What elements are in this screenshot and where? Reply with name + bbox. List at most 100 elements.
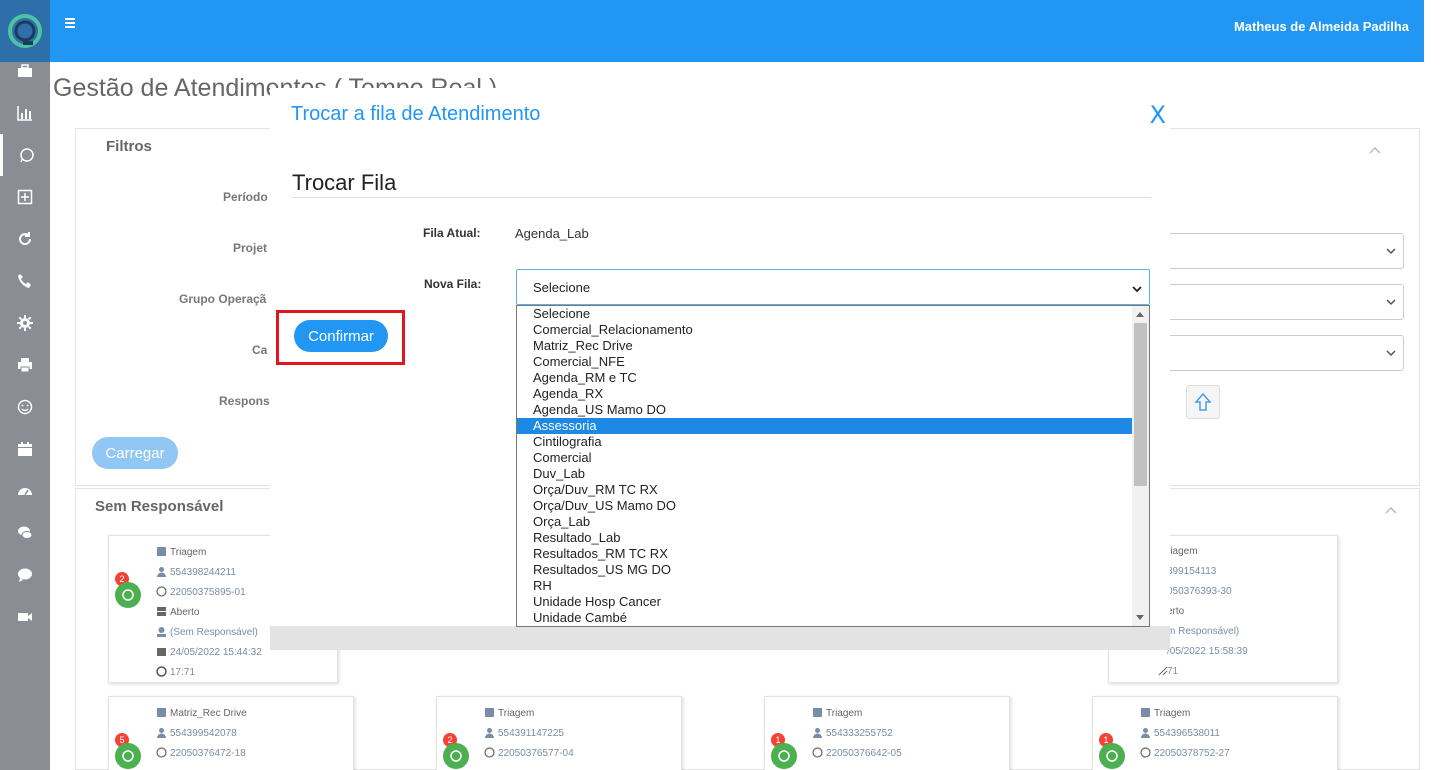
sitemap-icon: [485, 708, 494, 717]
plus-square-icon[interactable]: [0, 176, 50, 218]
queue-option[interactable]: Comercial_Relacionamento: [517, 322, 1133, 338]
queue-option[interactable]: RH: [517, 578, 1133, 594]
chevron-down-icon: [1386, 350, 1396, 357]
card-phone: 554391147225: [484, 727, 564, 739]
close-icon[interactable]: X: [1150, 101, 1166, 129]
scroll-down-icon[interactable]: [1136, 615, 1144, 620]
bar-chart-icon[interactable]: [0, 92, 50, 134]
whatsapp-icon: [115, 582, 141, 608]
queue-option[interactable]: Unidade Cambé: [517, 610, 1133, 626]
card-elapsed: 71: [1167, 666, 1179, 677]
filters-title: Filtros: [106, 138, 152, 155]
filter-label-group: Grupo Operaçã: [179, 292, 267, 306]
whatsapp-icon[interactable]: [0, 134, 50, 176]
queue-option[interactable]: Unidade Hosp Cancer: [517, 594, 1133, 610]
queue-option[interactable]: Agenda_RM e TC: [517, 370, 1133, 386]
ticket-card[interactable]: 1 Triagem 554396538011 22050378752-27: [1092, 696, 1338, 770]
sitemap-icon: [1141, 708, 1150, 717]
video-camera-icon[interactable]: [0, 596, 50, 638]
upload-button[interactable]: [1186, 385, 1220, 419]
queue-option[interactable]: Cintilografia: [517, 434, 1133, 450]
chevron-down-icon: [1132, 286, 1142, 293]
whatsapp-icon: [1099, 743, 1125, 769]
ticket-card[interactable]: 5 Matriz_Rec Drive 554399542078 22050376…: [108, 696, 354, 770]
queue-option[interactable]: Orça_Lab: [517, 514, 1133, 530]
card-protocol: 22050375895-01: [156, 586, 246, 598]
queue-option[interactable]: Orça/Duv_RM TC RX: [517, 482, 1133, 498]
card-protocol: 22050376472-18: [156, 747, 246, 759]
project-select[interactable]: [1156, 233, 1404, 269]
globe-icon: [156, 586, 167, 597]
chevron-up-icon[interactable]: [1384, 503, 1398, 517]
card-phone: 554333255752: [812, 727, 893, 739]
new-queue-select[interactable]: Selecione: [516, 269, 1150, 305]
smile-icon[interactable]: [0, 386, 50, 428]
card-elapsed: 17:71: [156, 666, 195, 678]
chevron-up-icon[interactable]: [1368, 143, 1382, 157]
confirm-button[interactable]: Confirmar: [294, 320, 388, 352]
sitemap-icon: [813, 708, 822, 717]
ticket-card[interactable]: 1 Triagem 554333255752 22050376642-05: [764, 696, 1010, 770]
queue-option[interactable]: Comercial: [517, 450, 1133, 466]
sitemap-icon: [157, 708, 166, 717]
card-protocol: 22050376577-04: [484, 747, 574, 759]
scroll-thumb[interactable]: [1134, 323, 1147, 486]
dashboard-icon[interactable]: [0, 470, 50, 512]
queue-option[interactable]: Assessoria: [517, 418, 1133, 434]
dropdown-scrollbar[interactable]: [1132, 306, 1149, 626]
card-responsible: m Responsável): [1167, 626, 1240, 637]
card-queue: Triagem: [156, 546, 206, 558]
sidebar: [0, 0, 50, 770]
chat-bubble-icon[interactable]: [0, 554, 50, 596]
scroll-up-icon[interactable]: [1136, 312, 1144, 317]
queue-option[interactable]: Resultado_Lab: [517, 530, 1133, 546]
hamburger-menu-icon[interactable]: [64, 16, 78, 30]
server-icon: [157, 607, 166, 616]
globe-icon: [156, 747, 167, 758]
filter-label-responsible: Respons: [219, 394, 270, 408]
globe-icon: [812, 747, 823, 758]
top-bar: Matheus de Almeida Padilha: [50, 0, 1424, 62]
ticket-card[interactable]: 2 Triagem 554391147225 22050376577-04: [436, 696, 682, 770]
card-phone: 554396538011: [1140, 727, 1220, 739]
card-date: 24/05/2022 15:44:32: [156, 646, 262, 658]
group-select[interactable]: [1156, 284, 1404, 320]
user-icon: [813, 728, 822, 738]
queue-options-list[interactable]: Selecione Comercial_Relacionamento Matriz_…: [516, 305, 1150, 627]
logo-icon: [8, 14, 42, 48]
queue-option[interactable]: Agenda_RX: [517, 386, 1133, 402]
queue-option[interactable]: Comercial_NFE: [517, 354, 1133, 370]
load-button[interactable]: Carregar: [92, 437, 178, 469]
comments-icon[interactable]: [0, 512, 50, 554]
whatsapp-icon: [771, 743, 797, 769]
queue-option[interactable]: Agenda_US Mamo DO: [517, 402, 1133, 418]
queue-option[interactable]: Selecione: [517, 306, 1133, 322]
divider: [292, 197, 1151, 198]
calendar-icon[interactable]: [0, 428, 50, 470]
gear-icon[interactable]: [0, 302, 50, 344]
section-title: Trocar Fila: [292, 170, 397, 195]
queue-option[interactable]: Resultados_RM TC RX: [517, 546, 1133, 562]
card-queue: Triagem: [484, 707, 534, 719]
user-icon: [485, 728, 494, 738]
refresh-icon[interactable]: [0, 218, 50, 260]
printer-icon[interactable]: [0, 344, 50, 386]
select-value: Selecione: [533, 280, 591, 295]
current-queue-label: Fila Atual:: [423, 226, 481, 240]
card-queue: Triagem: [812, 707, 862, 719]
card-responsible: (Sem Responsável): [156, 626, 258, 638]
queue-option[interactable]: Orça/Duv_US Mamo DO: [517, 498, 1133, 514]
user-icon: [1141, 728, 1150, 738]
queue-option[interactable]: Duv_Lab: [517, 466, 1133, 482]
queue-option[interactable]: Matriz_Rec Drive: [517, 338, 1133, 354]
queue-option[interactable]: Resultados_US MG DO: [517, 562, 1133, 578]
channel-select[interactable]: [1156, 335, 1404, 371]
user-icon: [157, 728, 166, 738]
user-name[interactable]: Matheus de Almeida Padilha: [1234, 19, 1409, 34]
sitemap-icon: [157, 547, 166, 556]
resize-handle-icon[interactable]: [1158, 666, 1168, 676]
globe-icon: [484, 747, 495, 758]
card-queue: Matriz_Rec Drive: [156, 707, 247, 719]
phone-icon[interactable]: [0, 260, 50, 302]
briefcase-icon[interactable]: [0, 50, 50, 92]
